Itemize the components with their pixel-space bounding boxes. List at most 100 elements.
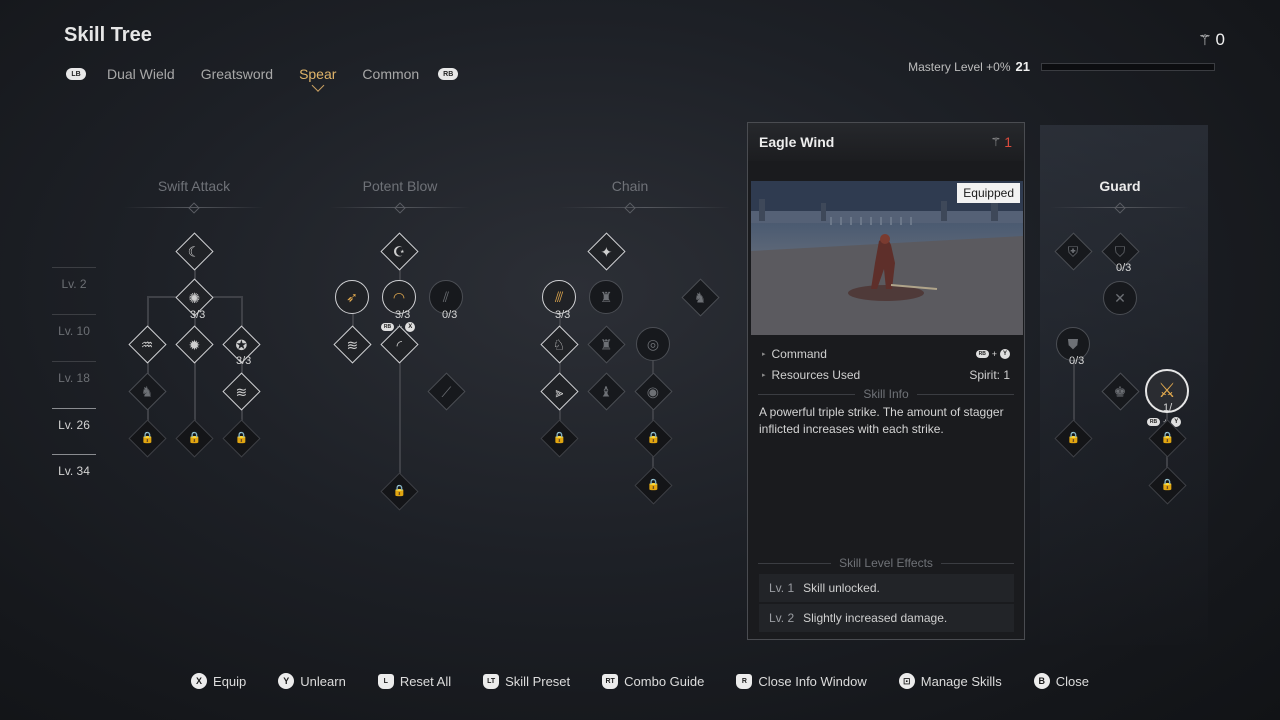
spear-thrust-icon: ➶ [346,289,358,305]
leap-icon: ♘ [552,336,566,352]
tab-greatsword[interactable]: Greatsword [201,66,273,82]
skill-node[interactable]: ☪ [379,231,419,271]
runner-icon: ♜ [599,289,613,305]
manage-skills-prompt[interactable]: ⊡ Manage Skills [898,673,1002,689]
locked-skill-node[interactable]: 🔒 [1147,418,1187,458]
skill-node[interactable]: ✹ [174,324,214,364]
prompt-label: Close [1055,673,1089,689]
close-info-window-prompt[interactable]: R Close Info Window [736,673,867,689]
skill-node[interactable]: ☾ [174,231,214,271]
rb-button-icon: RB [975,350,989,358]
skill-node[interactable]: ♞ [680,277,720,317]
lock-icon: 🔒 [646,478,660,491]
kick-icon: ♞ [693,289,707,305]
lock-icon: 🔒 [392,484,406,497]
multi-slash-icon: ⫸ [555,383,563,399]
disc-icon: ◎ [646,336,660,352]
lock-icon: 🔒 [234,431,248,444]
crescent-star-icon: ☪ [392,243,406,259]
skill-count: 3/3 [555,309,571,321]
prompt-label: Reset All [399,673,452,689]
chain-slash-icon: ⫻ [554,289,564,305]
skill-node[interactable]: ◉ [633,371,673,411]
skill-node[interactable]: ⛨ [1053,231,1093,271]
left-stick-icon: L [377,673,394,689]
tab-dual-wield[interactable]: Dual Wield [107,66,175,82]
rb-button-icon[interactable]: RB [438,68,459,80]
locked-skill-node[interactable]: 🔒 [633,418,673,458]
level-label: Lv. 18 [52,361,96,385]
locked-skill-node[interactable]: 🔒 [1053,418,1093,458]
currency-display: ⚚ 0 [1198,30,1225,50]
parry-icon: ♚ [1113,383,1127,399]
skill-preset-prompt[interactable]: LT Skill Preset [483,673,570,689]
command-label: Command [762,347,827,361]
lock-icon: 🔒 [1160,431,1174,444]
unlearn-prompt[interactable]: Y Unlearn [278,673,346,689]
skill-node[interactable]: ◎ [634,325,672,363]
mastery-progress-bar [1041,62,1215,71]
locked-skill-node[interactable]: 🔒 [221,418,261,458]
skill-node[interactable]: ♒ [127,324,167,364]
resources-label: Resources Used [762,368,861,382]
skill-node[interactable]: ≋ [221,371,261,411]
spiral-icon: ✪ [235,335,247,352]
crossed-spears-icon: ⚔ [1158,380,1176,402]
column-guard: Guard [1035,178,1205,194]
skill-effects-header-text: Skill Level Effects [839,556,933,570]
skill-node[interactable]: ♜ [587,278,625,316]
skill-node[interactable]: ♝ [586,371,626,411]
right-stick-icon: R [736,673,753,689]
b-button-icon: B [1033,673,1050,689]
ornament-icon [188,202,200,214]
close-prompt[interactable]: B Close [1033,673,1089,689]
locked-skill-node[interactable]: 🔒 [539,418,579,458]
skill-node[interactable]: ⟋ [426,371,466,411]
y-button-icon: Y [1000,349,1010,359]
tab-common[interactable]: Common [362,66,419,82]
skill-node[interactable]: ♘ [539,324,579,364]
skill-node[interactable]: ♞ [127,371,167,411]
skill-node[interactable]: ✦ [586,231,626,271]
skill-node[interactable]: ✕ [1101,279,1139,317]
command-row: Command RB + Y [762,347,1010,361]
column-title: Potent Blow [362,178,438,194]
locked-skill-node[interactable]: 🔒 [1147,465,1187,505]
skill-node[interactable]: ◜ [379,324,419,364]
skill-count: 1/ [1163,402,1173,414]
slash-icon: ☾ [187,243,201,259]
arc-slash-icon: ◠ [392,289,406,305]
skill-node[interactable]: ⫸ [539,371,579,411]
info-header: Eagle Wind ⚚ 1 [748,123,1024,161]
skill-description: A powerful triple strike. The amount of … [759,405,1004,436]
skill-preview-image: Equipped [751,181,1023,335]
prompt-label: Skill Preset [505,673,571,689]
y-button-icon: Y [278,673,295,689]
tab-spear[interactable]: Spear [299,66,336,82]
burst-icon: ✺ [188,288,200,305]
locked-skill-node[interactable]: 🔒 [127,418,167,458]
skill-node[interactable]: ♜ [586,324,626,364]
command-combo: RB + Y [975,347,1010,361]
lb-button-icon[interactable]: LB [66,68,86,80]
skill-count: 0/3 [1116,262,1132,274]
locked-skill-node[interactable]: 🔒 [174,418,214,458]
locked-skill-node[interactable]: 🔒 [379,471,419,511]
skill-node[interactable]: ♚ [1100,371,1140,411]
combo-guide-prompt[interactable]: RT Combo Guide [602,673,704,689]
prompt-label: Combo Guide [624,673,705,689]
skill-name: Eagle Wind [759,134,835,150]
reset-all-prompt[interactable]: L Reset All [377,673,452,689]
effect-text: Skill unlocked. [803,581,880,595]
skill-node[interactable]: ≋ [332,324,372,364]
arc-icon: ◜ [396,335,402,352]
skill-node[interactable]: ➶ [333,278,371,316]
locked-skill-node[interactable]: 🔒 [633,465,673,505]
preview-scene [751,181,1023,335]
resources-row: Resources Used Spirit: 1 [762,368,1010,382]
lock-icon: 🔒 [552,431,566,444]
equip-prompt[interactable]: X Equip [191,673,246,689]
skill-count: 3/3 [190,309,206,321]
ornament-icon [394,202,406,214]
currency-value: 0 [1215,30,1225,49]
